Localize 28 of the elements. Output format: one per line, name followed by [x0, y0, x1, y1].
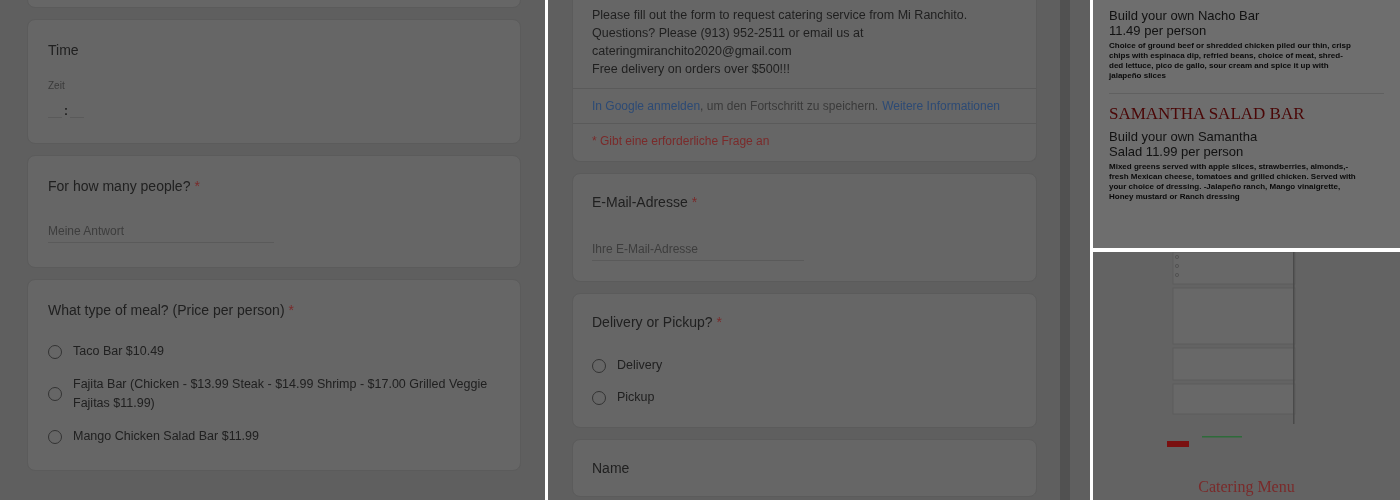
intro-text: Questions? Please (913) 952-2511 or email us at [592, 25, 865, 42]
question-title: What type of meal? (Price per person) [48, 302, 285, 318]
question-title: For how many people? [48, 178, 191, 194]
time-separator: : [64, 104, 68, 118]
required-mark: * [691, 194, 698, 210]
question-title: Name [592, 460, 630, 476]
required-mark: * [716, 314, 723, 330]
page-title: Catering Menu [1198, 478, 1295, 496]
intro-text: Please fill out the form to request catering service from Mi Ranchito. [592, 7, 969, 24]
menu-description: Choice of ground beef or shredded chicken piled our thin, crisp chips with espinaca dip, refried beans, choice of meat, shred- ded lettuce, pico de gallo, sour cream and spice it up with jalapeño slices [1109, 41, 1352, 81]
menu-subtitle: Build your own Samantha Salad 11.99 per person [1109, 129, 1259, 159]
required-mark: * [194, 178, 200, 194]
menu-description: Mixed greens served with apple slices, strawberries, almonds,- fresh Mexican cheese, tomatoes and grilled chicken. Served with your choice of dressing. -Jalapeño ranch, Mango vinaigrette, Honey mustard or Ranch dressing [1109, 162, 1357, 202]
option-label: Delivery [617, 357, 663, 374]
more-info-link[interactable]: Weitere Informationen [882, 99, 1000, 113]
question-title: E-Mail-Adresse [592, 194, 688, 210]
question-title: Time [48, 42, 79, 58]
option-label: Mango Chicken Salad Bar $11.99 [73, 428, 259, 445]
menu-heading: SAMANTHA SALAD BAR [1109, 104, 1306, 124]
menu-subtitle: Build your own Nacho Bar 11.49 per person [1109, 8, 1261, 38]
required-mark: * [288, 302, 294, 318]
intro-text: cateringmiranchito2020@gmail.com [592, 43, 793, 60]
required-note: * Gibt eine erforderliche Frage an [592, 134, 770, 148]
option-label: Taco Bar $10.49 [73, 343, 165, 360]
option-label: Fajita Bar (Chicken - $13.99 Steak - $14.99 Shrimp - $17.00 Grilled Veggie Fajitas $11.99) [73, 376, 489, 412]
intro-text: Free delivery on orders over $500!!! [592, 61, 792, 78]
option-label: Pickup [617, 389, 655, 406]
question-title: Delivery or Pickup? [592, 314, 713, 330]
